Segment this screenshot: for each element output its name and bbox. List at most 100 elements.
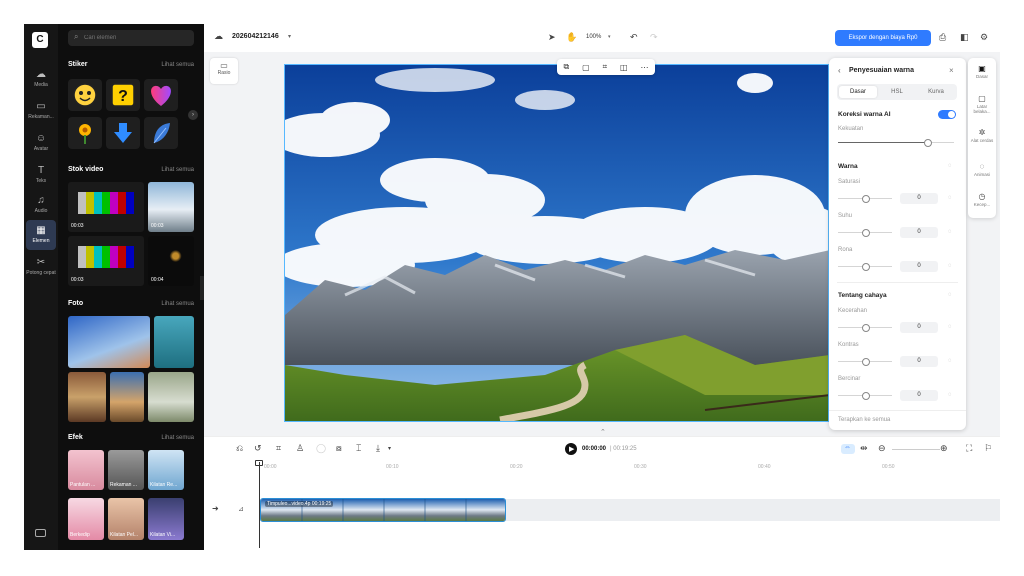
circle-icon[interactable]: ◯ — [316, 443, 326, 454]
split-icon[interactable]: ⎌ — [236, 443, 243, 454]
crop-icon[interactable]: ⌗ — [276, 443, 281, 454]
export-button[interactable]: Ekspor dengan biaya Rp0 — [835, 30, 931, 46]
chevron-down-icon[interactable]: ▾ — [388, 445, 391, 452]
reverse-icon[interactable]: ↺ — [254, 443, 262, 454]
zoom-in-icon[interactable]: ⊕ — [940, 443, 948, 454]
prop-item-speed[interactable]: ◷ Kecep... — [968, 192, 996, 207]
back-icon[interactable]: ‹ — [838, 66, 841, 75]
saturation-slider[interactable] — [838, 195, 892, 203]
effect-thumb[interactable]: Kilatan Vi... — [148, 498, 184, 540]
rail-item-recordings[interactable]: ▭ Rekaman... — [26, 96, 56, 126]
playhead[interactable] — [259, 462, 260, 548]
hand-icon[interactable]: ✋ — [566, 32, 577, 43]
feedback-icon[interactable]: ⚐ — [984, 443, 992, 454]
contrast-slider[interactable] — [838, 358, 892, 366]
play-button[interactable]: ▶ — [565, 443, 577, 455]
sticker-heart[interactable] — [144, 79, 178, 111]
prop-item-background[interactable]: ▢ Latar belaka... — [968, 94, 996, 114]
see-all-photo-link[interactable]: Lihat semua — [161, 301, 194, 307]
effect-thumb[interactable]: Pantulan ... — [68, 450, 104, 490]
apply-all-button[interactable]: Terapkan ke semua — [838, 417, 890, 423]
effect-thumb[interactable]: Kilatan Pel... — [108, 498, 144, 540]
gear-icon[interactable]: ⚙ — [980, 32, 988, 43]
chevron-down-icon[interactable]: ▾ — [288, 33, 291, 40]
temperature-value[interactable]: 0 — [900, 227, 938, 238]
layout-icon[interactable]: ◧ — [960, 32, 969, 43]
reset-icon[interactable]: ◌ — [948, 163, 952, 169]
glow-slider[interactable] — [838, 392, 892, 400]
photo-thumb[interactable] — [68, 316, 150, 368]
rail-item-text[interactable]: T Teks — [26, 160, 56, 190]
fit-icon[interactable]: ⛶ — [966, 443, 972, 454]
timeline-ruler[interactable]: 00:00 00:10 00:20 00:30 00:40 00:50 — [256, 460, 1000, 474]
undo-icon[interactable]: ↶ — [630, 32, 638, 43]
link-toggle[interactable]: ⇔ — [841, 444, 855, 454]
more-icon[interactable]: ⋯ — [641, 63, 649, 72]
see-all-effects-link[interactable]: Lihat semua — [161, 435, 194, 441]
see-all-sticker-link[interactable]: Lihat semua — [161, 62, 194, 68]
stock-video-thumb[interactable]: 00:03 — [148, 182, 194, 232]
chevron-down-icon[interactable]: ▾ — [608, 34, 611, 40]
frame-icon[interactable]: ▢ — [582, 63, 590, 72]
effect-thumb[interactable]: Berkedip — [68, 498, 104, 540]
reset-icon[interactable]: ◌ — [948, 263, 952, 269]
stock-video-thumb[interactable]: 00:03 — [68, 182, 144, 232]
rail-item-audio[interactable]: ♫ Audio — [26, 190, 56, 220]
glow-value[interactable]: 0 — [900, 390, 938, 401]
download-icon[interactable]: ⤓ — [376, 443, 380, 454]
redo-icon[interactable]: ↷ — [650, 32, 658, 43]
brightness-value[interactable]: 0 — [900, 322, 938, 333]
sticker-flower[interactable] — [68, 117, 102, 149]
reset-icon[interactable]: ◌ — [948, 392, 952, 398]
effect-thumb[interactable]: Rekaman ... — [108, 450, 144, 490]
tab-curves[interactable]: Kurva — [917, 86, 955, 98]
sticker-question[interactable]: ? — [106, 79, 140, 111]
photo-thumb[interactable] — [68, 372, 106, 422]
rail-item-avatar[interactable]: ☺ Avatar — [26, 128, 56, 158]
prop-item-smart-tools[interactable]: ✲ Alat cerdas — [968, 128, 996, 143]
reset-icon[interactable]: ◌ — [948, 324, 952, 330]
effect-thumb[interactable]: Kilatan Re... — [148, 450, 184, 490]
reset-icon[interactable]: ◌ — [948, 292, 952, 298]
reset-icon[interactable]: ◌ — [948, 358, 952, 364]
sticker-leaf[interactable] — [144, 117, 178, 149]
snap-icon[interactable]: ⇹ — [860, 443, 868, 454]
tab-basic[interactable]: Dasar — [839, 86, 877, 98]
pointer-icon[interactable]: ➤ — [548, 32, 556, 43]
saturation-value[interactable]: 0 — [900, 193, 938, 204]
mask-icon[interactable]: ◫ — [620, 63, 628, 72]
crop-icon[interactable]: ⧉ — [563, 62, 569, 72]
keyboard-icon[interactable] — [35, 529, 46, 537]
video-canvas[interactable] — [284, 64, 829, 422]
reset-icon[interactable]: ◌ — [948, 229, 952, 235]
project-name[interactable]: 202604212146 — [232, 33, 279, 40]
printer-icon[interactable]: ⎙ — [939, 32, 946, 43]
cover-icon[interactable]: ⊿ — [238, 505, 244, 513]
hue-value[interactable]: 0 — [900, 261, 938, 272]
temperature-slider[interactable] — [838, 229, 892, 237]
chevron-up-icon[interactable]: ⌃ — [600, 428, 606, 436]
photo-thumb[interactable] — [148, 372, 194, 422]
photo-thumb[interactable] — [110, 372, 144, 422]
zoom-out-icon[interactable]: ⊖ — [878, 443, 886, 454]
rail-item-elements[interactable]: ▦ Elemen — [26, 220, 56, 250]
tab-hsl[interactable]: HSL — [878, 86, 916, 98]
contrast-value[interactable]: 0 — [900, 356, 938, 367]
zoom-level[interactable]: 100% — [586, 34, 601, 40]
person-icon[interactable]: ♙ — [296, 443, 304, 454]
search-box[interactable]: ⌕ — [68, 30, 194, 46]
hue-slider[interactable] — [838, 263, 892, 271]
trim-icon[interactable]: ⌗ — [603, 62, 608, 72]
prop-item-animation[interactable]: ◌ Animasi — [968, 162, 996, 177]
ratio-button[interactable]: ▭ Rasio — [210, 58, 238, 84]
close-icon[interactable]: × — [949, 66, 954, 75]
photo-thumb[interactable] — [154, 316, 194, 368]
brightness-slider[interactable] — [838, 324, 892, 332]
rail-item-quick-cut[interactable]: ✂ Potong cepat — [26, 252, 56, 286]
reset-icon[interactable]: ◌ — [948, 195, 952, 201]
strength-slider[interactable] — [838, 139, 954, 147]
text-cursor-icon[interactable]: ⌶ — [356, 443, 361, 454]
rail-item-media[interactable]: ☁ Media — [26, 64, 56, 94]
stock-video-thumb[interactable]: 00:03 — [68, 236, 144, 286]
sticker-smiley[interactable] — [68, 79, 102, 111]
